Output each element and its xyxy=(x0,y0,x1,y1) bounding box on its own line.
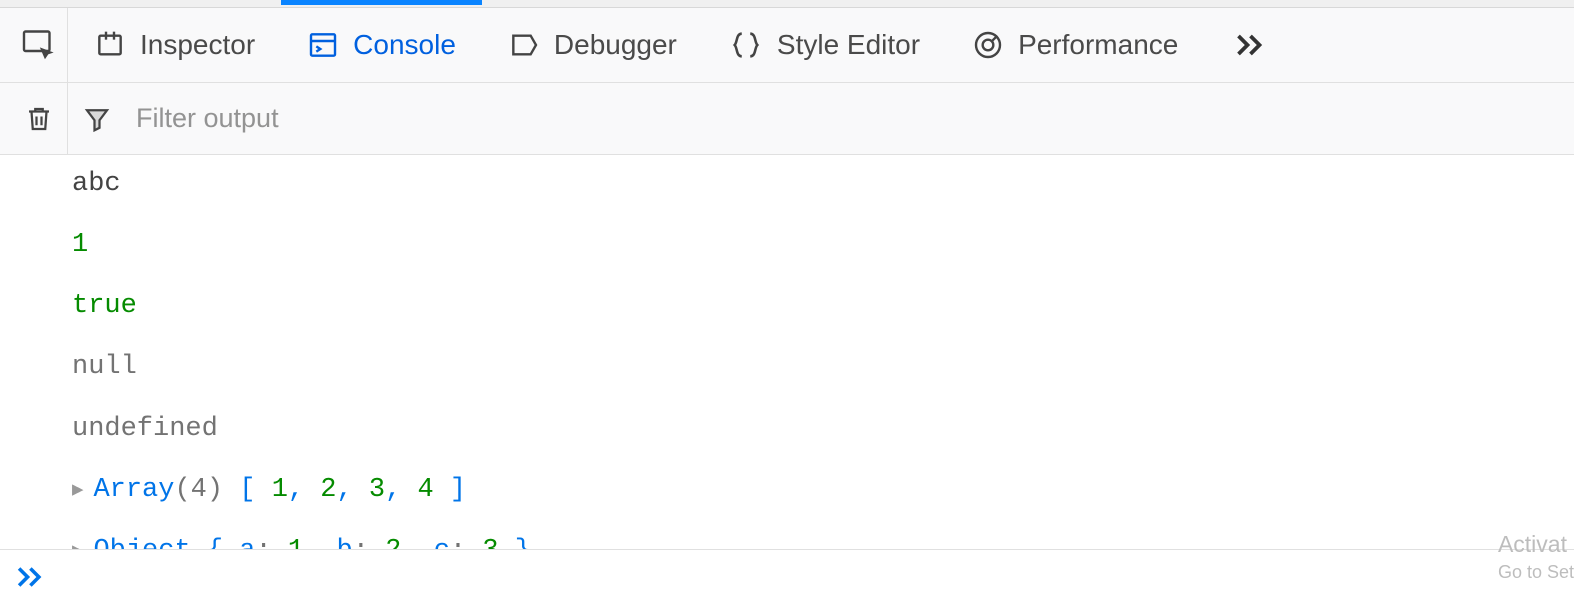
devtools-tab-bar: Inspector Console Debugger Style Editor xyxy=(0,8,1574,83)
log-line: null xyxy=(0,338,1574,399)
element-picker-icon xyxy=(21,27,57,63)
chevron-double-right-icon xyxy=(1231,27,1267,63)
tab-inspector-label: Inspector xyxy=(140,29,255,61)
performance-icon xyxy=(972,29,1004,61)
log-undefined: undefined xyxy=(72,410,218,449)
filter-input[interactable] xyxy=(126,103,1564,134)
console-output: abc 1 true null undefined ▶ Array(4) [ 1… xyxy=(0,155,1574,549)
tab-inspector[interactable]: Inspector xyxy=(68,8,281,83)
log-line: 1 xyxy=(0,216,1574,277)
tab-performance[interactable]: Performance xyxy=(946,8,1204,83)
log-boolean: true xyxy=(72,287,137,326)
tab-console[interactable]: Console xyxy=(281,8,482,83)
log-line: undefined xyxy=(0,400,1574,461)
tab-console-label: Console xyxy=(353,29,456,61)
tab-style-editor[interactable]: Style Editor xyxy=(703,8,946,83)
log-line: true xyxy=(0,277,1574,338)
funnel-icon xyxy=(82,104,112,134)
debugger-icon xyxy=(508,29,540,61)
console-input-bar[interactable] xyxy=(0,549,1574,604)
console-filter-bar xyxy=(0,83,1574,155)
prompt-chevron-icon xyxy=(12,560,46,594)
log-line-object[interactable]: ▶ Object { a: 1, b: 2, c: 3 } xyxy=(0,522,1574,549)
trash-icon xyxy=(24,104,54,134)
tab-performance-label: Performance xyxy=(1018,29,1178,61)
log-line: abc xyxy=(0,155,1574,216)
clear-console-button[interactable] xyxy=(10,83,68,155)
tab-debugger[interactable]: Debugger xyxy=(482,8,703,83)
expand-triangle-icon: ▶ xyxy=(72,538,83,549)
log-array-content: Array(4) [ 1, 2, 3, 4 ] xyxy=(93,471,466,510)
log-line-array[interactable]: ▶ Array(4) [ 1, 2, 3, 4 ] xyxy=(0,461,1574,522)
tabs-overflow-button[interactable] xyxy=(1224,8,1274,83)
log-string: abc xyxy=(72,165,121,204)
inspector-icon xyxy=(94,29,126,61)
console-icon xyxy=(307,29,339,61)
tab-debugger-label: Debugger xyxy=(554,29,677,61)
expand-triangle-icon: ▶ xyxy=(72,477,83,505)
log-null: null xyxy=(72,348,137,387)
log-number: 1 xyxy=(72,226,88,265)
tab-style-editor-label: Style Editor xyxy=(777,29,920,61)
element-picker-button[interactable] xyxy=(10,8,68,83)
log-object-content: Object { a: 1, b: 2, c: 3 } xyxy=(93,532,530,549)
style-editor-icon xyxy=(729,28,763,62)
filter-toggle-button[interactable] xyxy=(68,83,126,155)
